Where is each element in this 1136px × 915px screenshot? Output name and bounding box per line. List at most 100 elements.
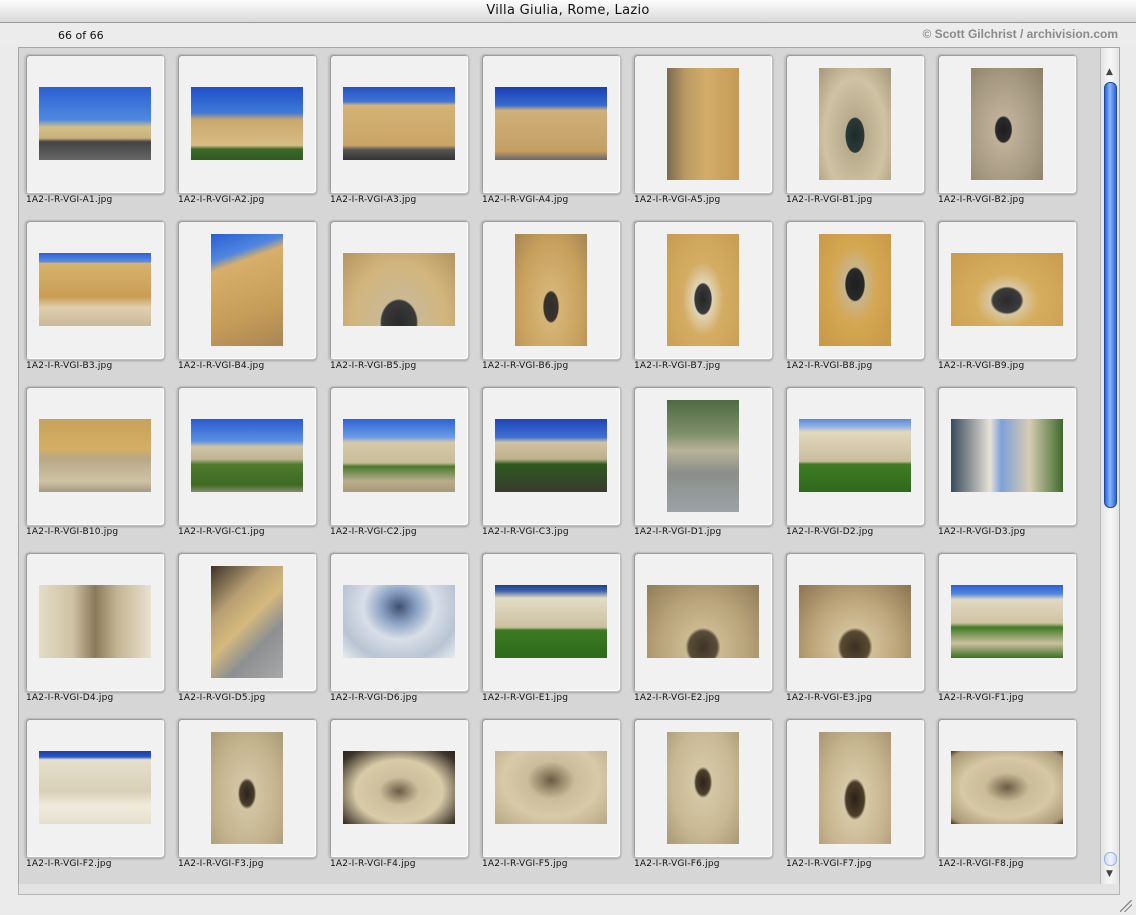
thumbnail-image[interactable] (39, 419, 151, 492)
thumbnail-item[interactable]: 1A2-I-R-VGI-F3.jpg (171, 712, 323, 872)
thumbnail-image[interactable] (819, 732, 891, 844)
thumbnail-item[interactable]: 1A2-I-R-VGI-A5.jpg (627, 48, 779, 208)
thumbnail-item[interactable]: 1A2-I-R-VGI-E1.jpg (475, 546, 627, 706)
thumbnail-item[interactable]: 1A2-I-R-VGI-B4.jpg (171, 214, 323, 374)
thumbnail-image[interactable] (343, 751, 455, 824)
thumbnail-item[interactable]: 1A2-I-R-VGI-F1.jpg (931, 546, 1083, 706)
thumbnail-image[interactable] (495, 751, 607, 824)
thumbnail-item[interactable]: 1A2-I-R-VGI-F4.jpg (323, 712, 475, 872)
thumbnail-item[interactable]: 1A2-I-R-VGI-B7.jpg (627, 214, 779, 374)
slide-frame[interactable] (177, 220, 317, 360)
thumbnail-image[interactable] (495, 419, 607, 492)
slide-frame[interactable] (937, 386, 1077, 526)
thumbnail-image[interactable] (951, 253, 1063, 326)
thumbnail-item[interactable]: 1A2-I-R-VGI-F7.jpg (779, 712, 931, 872)
thumbnail-image[interactable] (951, 751, 1063, 824)
thumbnail-item[interactable]: 1A2-I-R-VGI-C3.jpg (475, 380, 627, 540)
thumbnail-image[interactable] (951, 585, 1063, 658)
thumbnail-item[interactable]: 1A2-I-R-VGI-C1.jpg (171, 380, 323, 540)
slide-frame[interactable] (785, 552, 925, 692)
thumbnail-item[interactable]: 1A2-I-R-VGI-B10.jpg (19, 380, 171, 540)
thumbnail-image[interactable] (211, 732, 283, 844)
thumbnail-item[interactable]: 1A2-I-R-VGI-B2.jpg (931, 48, 1083, 208)
thumbnail-item[interactable]: 1A2-I-R-VGI-D6.jpg (323, 546, 475, 706)
slide-frame[interactable] (329, 386, 469, 526)
thumbnail-image[interactable] (39, 253, 151, 326)
vertical-scrollbar[interactable]: ▲ ▼ (1100, 48, 1119, 884)
slide-frame[interactable] (481, 54, 621, 194)
thumbnail-item[interactable]: 1A2-I-R-VGI-D4.jpg (19, 546, 171, 706)
thumbnail-image[interactable] (667, 732, 739, 844)
slide-frame[interactable] (177, 552, 317, 692)
thumbnail-item[interactable]: 1A2-I-R-VGI-B8.jpg (779, 214, 931, 374)
slide-frame[interactable] (633, 220, 773, 360)
thumbnail-image[interactable] (819, 234, 891, 346)
thumbnail-image[interactable] (667, 400, 739, 512)
thumbnail-item[interactable]: 1A2-I-R-VGI-A1.jpg (19, 48, 171, 208)
thumbnail-image[interactable] (343, 253, 455, 326)
slide-frame[interactable] (25, 220, 165, 360)
slide-frame[interactable] (937, 220, 1077, 360)
slide-frame[interactable] (937, 54, 1077, 194)
thumbnail-item[interactable]: 1A2-I-R-VGI-F5.jpg (475, 712, 627, 872)
horizontal-scrollbar[interactable] (18, 884, 1120, 895)
slide-frame[interactable] (937, 552, 1077, 692)
slide-frame[interactable] (633, 552, 773, 692)
slide-frame[interactable] (177, 54, 317, 194)
slide-frame[interactable] (481, 718, 621, 858)
slide-frame[interactable] (937, 718, 1077, 858)
thumbnail-image[interactable] (971, 68, 1043, 180)
thumbnail-item[interactable]: 1A2-I-R-VGI-B1.jpg (779, 48, 931, 208)
thumbnail-item[interactable]: 1A2-I-R-VGI-E3.jpg (779, 546, 931, 706)
arrow-down-icon[interactable]: ▼ (1104, 868, 1115, 880)
slide-frame[interactable] (633, 54, 773, 194)
slide-frame[interactable] (329, 220, 469, 360)
thumbnail-image[interactable] (211, 566, 283, 678)
thumbnail-image[interactable] (191, 87, 303, 160)
thumbnail-item[interactable]: 1A2-I-R-VGI-A4.jpg (475, 48, 627, 208)
slide-frame[interactable] (329, 718, 469, 858)
thumbnail-image[interactable] (667, 234, 739, 346)
slide-frame[interactable] (25, 386, 165, 526)
slide-frame[interactable] (177, 386, 317, 526)
slide-frame[interactable] (481, 386, 621, 526)
thumbnail-image[interactable] (211, 234, 283, 346)
thumbnail-image[interactable] (39, 87, 151, 160)
thumbnail-item[interactable]: 1A2-I-R-VGI-E2.jpg (627, 546, 779, 706)
thumbnail-item[interactable]: 1A2-I-R-VGI-D3.jpg (931, 380, 1083, 540)
thumbnail-item[interactable]: 1A2-I-R-VGI-F6.jpg (627, 712, 779, 872)
thumbnail-item[interactable]: 1A2-I-R-VGI-F8.jpg (931, 712, 1083, 872)
thumbnail-image[interactable] (39, 585, 151, 658)
slide-frame[interactable] (177, 718, 317, 858)
resize-grip-icon[interactable] (1120, 900, 1132, 912)
thumbnail-item[interactable]: 1A2-I-R-VGI-B6.jpg (475, 214, 627, 374)
thumbnail-item[interactable]: 1A2-I-R-VGI-B9.jpg (931, 214, 1083, 374)
thumbnail-image[interactable] (343, 419, 455, 492)
slide-frame[interactable] (785, 718, 925, 858)
thumbnail-item[interactable]: 1A2-I-R-VGI-A2.jpg (171, 48, 323, 208)
thumbnail-item[interactable]: 1A2-I-R-VGI-B5.jpg (323, 214, 475, 374)
thumbnail-image[interactable] (343, 585, 455, 658)
thumbnail-item[interactable]: 1A2-I-R-VGI-D5.jpg (171, 546, 323, 706)
thumbnail-image[interactable] (819, 68, 891, 180)
slide-frame[interactable] (785, 54, 925, 194)
slide-frame[interactable] (481, 552, 621, 692)
thumbnail-item[interactable]: 1A2-I-R-VGI-F2.jpg (19, 712, 171, 872)
thumbnail-image[interactable] (799, 419, 911, 492)
slide-frame[interactable] (785, 386, 925, 526)
thumbnail-item[interactable]: 1A2-I-R-VGI-A3.jpg (323, 48, 475, 208)
thumbnail-item[interactable]: 1A2-I-R-VGI-D2.jpg (779, 380, 931, 540)
scrollbar-thumb[interactable] (1104, 82, 1117, 508)
slide-frame[interactable] (481, 220, 621, 360)
slide-frame[interactable] (25, 718, 165, 858)
thumbnail-image[interactable] (495, 87, 607, 160)
slide-frame[interactable] (633, 718, 773, 858)
thumbnail-image[interactable] (191, 419, 303, 492)
thumbnail-item[interactable]: 1A2-I-R-VGI-D1.jpg (627, 380, 779, 540)
slide-frame[interactable] (329, 552, 469, 692)
window-titlebar[interactable]: Villa Giulia, Rome, Lazio (0, 0, 1136, 23)
thumbnail-image[interactable] (39, 751, 151, 824)
thumbnail-item[interactable]: 1A2-I-R-VGI-C2.jpg (323, 380, 475, 540)
thumbnail-image[interactable] (495, 585, 607, 658)
thumbnail-image[interactable] (515, 234, 587, 346)
